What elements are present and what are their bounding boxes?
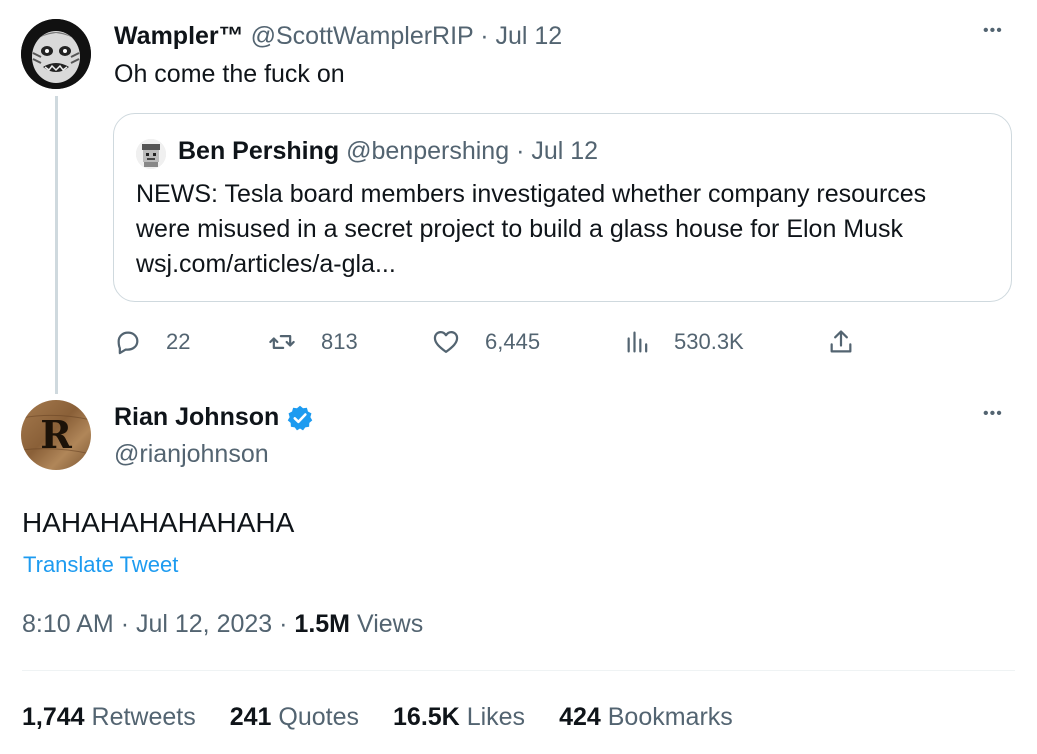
thread-line (55, 96, 58, 394)
separator: · (516, 137, 525, 165)
views-label: Views (356, 610, 424, 638)
quotes-stat[interactable]: 241 Quotes (230, 703, 359, 732)
view-count: 530.3K (674, 329, 744, 354)
pershing-avatar[interactable] (136, 139, 166, 169)
wood-letter-icon: R (21, 412, 91, 457)
quotes-count: 241 (229, 703, 272, 731)
bookmarks-label: Bookmarks (607, 703, 733, 731)
quotes-label: Quotes (278, 703, 360, 731)
embedded-text-line-1: NEWS: Tesla board members investigated w… (136, 180, 927, 208)
quoted-tweet-header: Wampler™ @ScottWamplerRIP · Jul 12 (114, 22, 562, 51)
author-handle[interactable]: @ScottWamplerRIP (251, 22, 474, 50)
main-author-handle[interactable]: @rianjohnson (114, 440, 269, 469)
embedded-handle: @benpershing (346, 137, 510, 165)
main-author-name[interactable]: Rian Johnson (114, 403, 279, 432)
embedded-quote-card[interactable]: Ben Pershing @benpershing · Jul 12 NEWS:… (113, 113, 1012, 302)
pixel-face-icon (136, 139, 166, 169)
more-options-icon[interactable]: ••• (983, 405, 1003, 423)
likes-stat[interactable]: 16.5K Likes (393, 703, 525, 732)
like-count: 6,445 (485, 329, 541, 354)
likes-label: Likes (466, 703, 526, 731)
like-button[interactable]: 6,445 (432, 328, 540, 356)
rian-avatar[interactable]: R (21, 400, 91, 470)
retweet-count: 813 (321, 329, 358, 354)
share-button[interactable] (827, 328, 855, 356)
separator: · (120, 610, 130, 638)
creature-mask-icon (21, 19, 91, 89)
verified-badge-icon (288, 405, 313, 430)
analytics-bars-icon (627, 331, 648, 353)
embedded-header: Ben Pershing @benpershing · Jul 12 (178, 137, 598, 166)
tweet-date[interactable]: Jul 12 (496, 22, 563, 50)
main-tweet-text: HAHAHAHAHAHAHA (22, 507, 295, 538)
quoted-tweet-text: Oh come the fuck on (114, 60, 345, 88)
divider (22, 670, 1015, 671)
reply-button[interactable]: 22 (114, 328, 190, 356)
separator: · (279, 610, 288, 638)
embedded-author-name: Ben Pershing (178, 137, 340, 165)
engagement-stats: 1,744 Retweets 241 Quotes 16.5K Likes 42… (22, 703, 733, 732)
bookmarks-stat[interactable]: 424 Bookmarks (559, 703, 733, 732)
bookmarks-count: 424 (559, 703, 601, 731)
reply-count: 22 (166, 329, 191, 354)
views-button[interactable]: 530.3K (624, 328, 744, 356)
retweets-label: Retweets (91, 703, 196, 731)
translate-tweet-link[interactable]: Translate Tweet (23, 552, 178, 578)
separator: · (480, 22, 489, 50)
share-icon (830, 330, 852, 353)
timestamp-row: 8:10 AM · Jul 12, 2023 · 1.5M Views (22, 610, 423, 639)
likes-count: 16.5K (393, 703, 460, 731)
retweets-count: 1,744 (22, 703, 85, 731)
tweet-time[interactable]: 8:10 AM (22, 610, 114, 638)
retweets-stat[interactable]: 1,744 Retweets (22, 703, 196, 732)
more-options-icon[interactable]: ••• (983, 22, 1003, 40)
reply-icon (117, 331, 139, 355)
avatar-letter: R (40, 412, 72, 457)
embedded-text-line-2: were misused in a secret project to buil… (136, 215, 904, 243)
tweet-full-date[interactable]: Jul 12, 2023 (136, 610, 272, 638)
embedded-link[interactable]: wsj.com/articles/a-gla... (136, 247, 396, 282)
author-name[interactable]: Wampler™ (114, 22, 244, 50)
main-tweet-header: Rian Johnson (114, 403, 314, 432)
wampler-avatar[interactable] (21, 19, 91, 89)
heart-icon (433, 330, 459, 354)
views-count: 1.5M (294, 610, 351, 638)
retweet-icon (269, 335, 295, 349)
embedded-date: Jul 12 (531, 137, 599, 165)
retweet-button[interactable]: 813 (268, 328, 358, 356)
